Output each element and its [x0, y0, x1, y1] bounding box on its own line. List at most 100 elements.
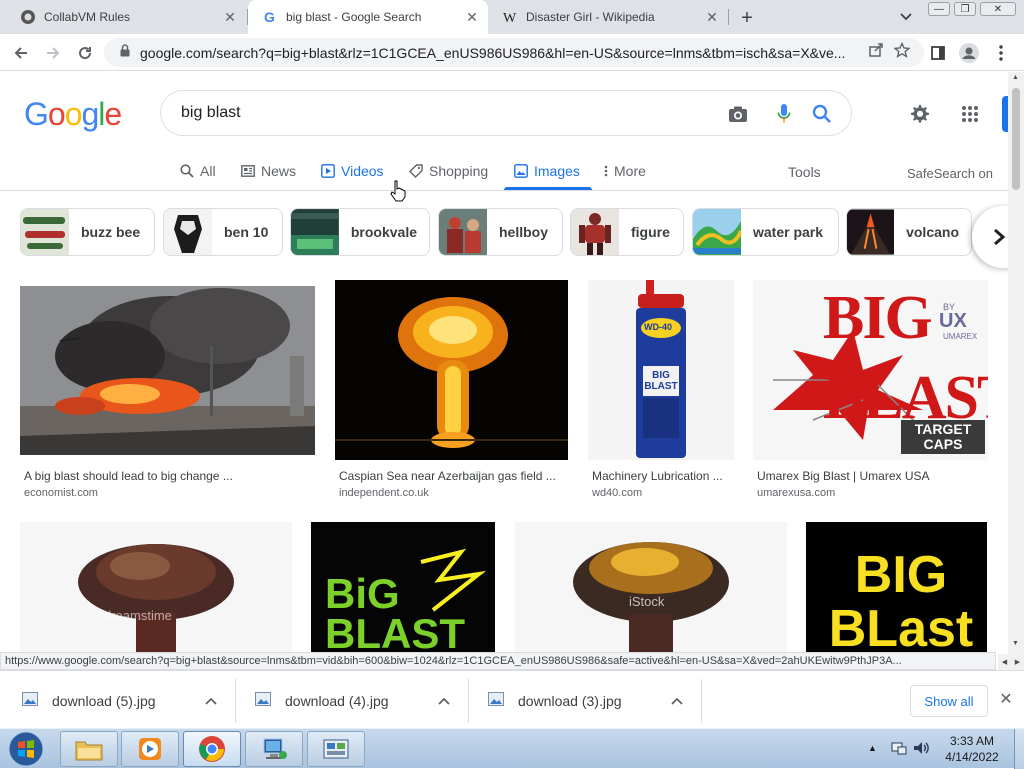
url-text: google.com/search?q=big+blast&rlz=1C1GCE…: [140, 44, 846, 61]
image-icon: [514, 164, 528, 178]
clock-date: 4/14/2022: [945, 750, 999, 764]
logo-letter: g: [81, 96, 99, 132]
tab-all[interactable]: All: [180, 160, 216, 182]
taskbar-network-button[interactable]: [245, 731, 303, 767]
forward-arrow-icon[interactable]: [40, 40, 66, 66]
search-icon[interactable]: [811, 103, 833, 125]
camera-lens-icon[interactable]: [727, 103, 749, 125]
volume-speaker-icon[interactable]: [912, 739, 930, 762]
tab-close-icon[interactable]: ✕: [702, 7, 722, 27]
result-caption[interactable]: Caspian Sea near Azerbaijan gas field ..…: [339, 469, 556, 483]
close-window-button[interactable]: ✕: [980, 2, 1016, 16]
download-item[interactable]: download (3).jpg: [470, 679, 702, 723]
chip-figure[interactable]: figure: [570, 208, 684, 256]
google-g-icon: G: [262, 9, 278, 25]
restore-button[interactable]: ❐: [954, 2, 976, 16]
bookmark-star-icon[interactable]: [893, 41, 911, 63]
safesearch-button[interactable]: SafeSearch on: [907, 162, 993, 184]
close-icon: ✕: [993, 3, 1003, 15]
chevron-up-icon[interactable]: [438, 692, 450, 710]
image-file-icon: [255, 691, 271, 711]
tab-videos[interactable]: Videos: [321, 160, 384, 182]
show-desktop-button[interactable]: [1014, 729, 1024, 769]
chevron-up-icon[interactable]: [671, 692, 683, 710]
result-source: umarexusa.com: [757, 487, 836, 499]
minimize-button[interactable]: —: [928, 2, 950, 16]
tab-google-search[interactable]: G big blast - Google Search ✕: [248, 0, 488, 34]
tools-label: Tools: [788, 164, 821, 180]
chip-brookvale[interactable]: brookvale: [290, 208, 430, 256]
chip-thumbnail: [847, 209, 895, 255]
show-all-downloads-button[interactable]: Show all: [910, 685, 988, 717]
google-apps-grid-icon[interactable]: [958, 102, 982, 126]
image-file-icon: [22, 691, 38, 711]
scroll-up-arrow-icon[interactable]: ▲: [1012, 74, 1019, 81]
tab-collabvm-rules[interactable]: CollabVM Rules ✕: [6, 0, 246, 34]
search-icon: [180, 164, 194, 178]
network-tray-icon[interactable]: [890, 739, 908, 762]
result-caption[interactable]: A big blast should lead to big change ..…: [24, 469, 233, 483]
back-arrow-icon[interactable]: [8, 40, 34, 66]
tab-search-chevron-down-icon[interactable]: [896, 7, 916, 27]
chrome-menu-kebab-icon[interactable]: [988, 40, 1014, 66]
chip-ben-10[interactable]: ben 10: [163, 208, 283, 256]
horizontal-scroll-arrows[interactable]: ◀ ▶: [998, 654, 1024, 670]
umarex-sub-text: UMAREX: [943, 332, 978, 341]
show-hidden-icons-arrow-icon[interactable]: ▲: [868, 743, 877, 753]
profile-avatar-icon[interactable]: [956, 40, 982, 66]
tab-news[interactable]: News: [241, 160, 296, 182]
download-item[interactable]: download (5).jpg: [4, 679, 236, 723]
chip-buzz-bee[interactable]: buzz bee: [20, 208, 155, 256]
close-download-shelf-icon[interactable]: ✕: [998, 691, 1014, 708]
tools-button[interactable]: Tools: [788, 161, 821, 183]
result-thumbnail: [335, 280, 568, 460]
search-input[interactable]: big blast: [181, 104, 241, 122]
logo-letter: o: [64, 96, 83, 132]
windows-start-button[interactable]: [4, 731, 48, 767]
lock-icon[interactable]: [120, 43, 130, 62]
wd40-brand-text: WD-40: [644, 322, 673, 332]
result-thumbnail: BiG BLAST: [311, 522, 495, 652]
google-logo[interactable]: Google: [24, 96, 122, 133]
logo-letter: o: [47, 96, 66, 132]
chip-water-park[interactable]: water park: [692, 208, 839, 256]
header-divider: [0, 190, 1008, 191]
settings-gear-icon[interactable]: [908, 102, 932, 126]
reload-icon[interactable]: [72, 40, 98, 66]
taskbar-media-player-button[interactable]: [121, 731, 179, 767]
taskbar-chrome-button[interactable]: [183, 731, 241, 767]
address-bar[interactable]: google.com/search?q=big+blast&rlz=1C1GCE…: [104, 38, 924, 67]
logo-letter: e: [104, 96, 122, 132]
download-item[interactable]: download (4).jpg: [237, 679, 469, 723]
scroll-right-arrow-icon[interactable]: ▶: [1015, 658, 1020, 666]
result-caption[interactable]: Umarex Big Blast | Umarex USA: [757, 469, 930, 483]
taskbar-control-panel-button[interactable]: [307, 731, 365, 767]
chip-volcano[interactable]: volcano: [846, 208, 972, 256]
chip-hellboy[interactable]: hellboy: [438, 208, 563, 256]
vertical-scrollbar[interactable]: ▲ ▼: [1008, 72, 1024, 654]
tab-shopping[interactable]: Shopping: [409, 160, 488, 182]
chevron-up-icon[interactable]: [205, 692, 217, 710]
system-clock[interactable]: 3:33 AM 4/14/2022: [932, 733, 1012, 765]
scroll-left-arrow-icon[interactable]: ◀: [1002, 658, 1007, 666]
microphone-icon[interactable]: [773, 102, 795, 126]
restore-icon: ❐: [960, 3, 970, 15]
result-caption[interactable]: Machinery Lubrication ...: [592, 469, 723, 483]
more-vertical-dots-icon: [604, 165, 608, 177]
share-icon[interactable]: [868, 42, 884, 63]
scrollbar-thumb[interactable]: [1012, 88, 1020, 190]
tab-disaster-girl[interactable]: W Disaster Girl - Wikipedia ✕: [488, 0, 728, 34]
side-panel-icon[interactable]: [925, 40, 951, 66]
svg-text:G: G: [264, 9, 275, 25]
new-tab-plus-icon[interactable]: +: [736, 7, 758, 29]
tab-close-icon[interactable]: ✕: [462, 7, 482, 27]
tab-close-icon[interactable]: ✕: [220, 7, 240, 27]
result-source: economist.com: [24, 487, 98, 499]
download-shelf: download (5).jpg download (4).jpg downlo…: [0, 670, 1024, 728]
scroll-down-arrow-icon[interactable]: ▼: [1012, 640, 1019, 647]
folder-icon: [75, 741, 103, 761]
tab-more[interactable]: More: [604, 160, 646, 182]
search-box[interactable]: big blast: [160, 90, 852, 136]
taskbar-explorer-button[interactable]: [60, 731, 118, 767]
tab-images[interactable]: Images: [514, 160, 580, 182]
